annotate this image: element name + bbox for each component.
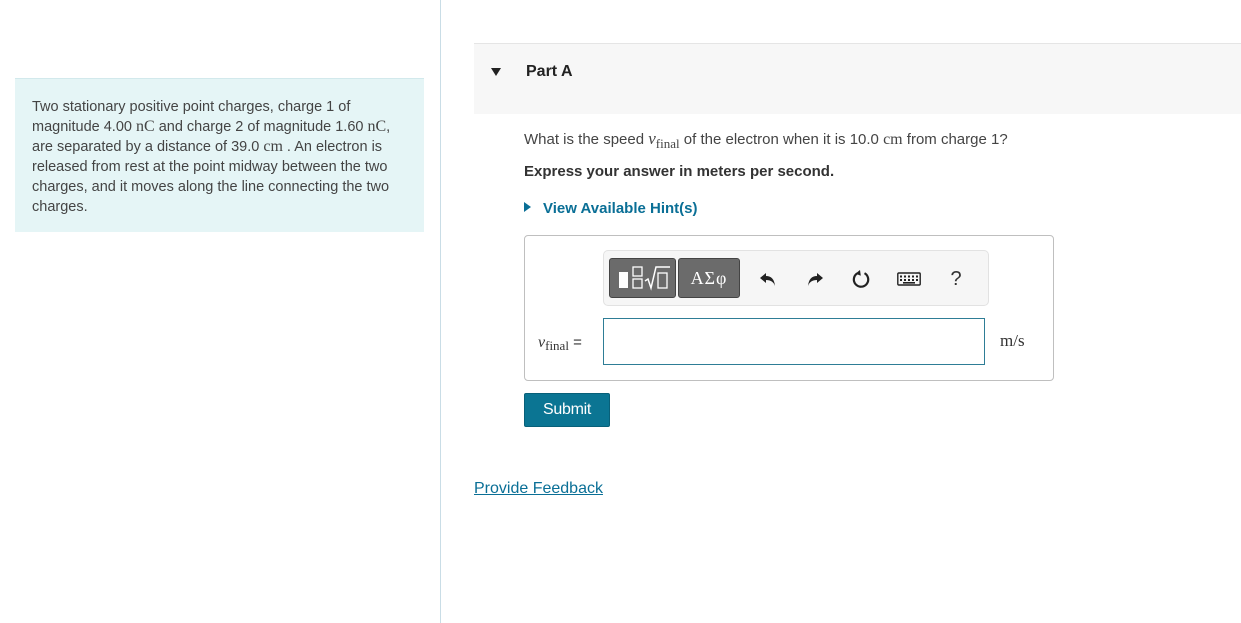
view-hints-toggle[interactable]: View Available Hint(s) <box>524 200 698 217</box>
help-button[interactable]: ? <box>943 266 969 292</box>
answer-unit: m/s <box>1000 331 1025 350</box>
greek-symbols-button[interactable]: ΑΣφ <box>678 258 740 298</box>
problem-text: and charge 2 of magnitude 1.60 <box>154 119 368 135</box>
question-text: What is the speed vfinal of the electron… <box>524 129 1008 151</box>
answer-variable-label: vfinal = <box>538 334 582 353</box>
column-divider <box>440 0 441 623</box>
reset-icon[interactable] <box>848 266 874 292</box>
question-fragment: from charge 1? <box>902 131 1008 148</box>
keyboard-icon[interactable] <box>896 266 922 292</box>
variable-subscript: final <box>545 338 569 353</box>
problem-statement: Two stationary positive point charges, c… <box>15 78 424 232</box>
answer-instruction: Express your answer in meters per second… <box>524 163 835 180</box>
expand-caret-icon <box>524 202 531 212</box>
templates-icon <box>618 266 670 291</box>
answer-box: ΑΣφ ? vfinal = m/s <box>524 235 1054 381</box>
templates-button[interactable] <box>609 258 676 298</box>
question-fragment: What is the speed <box>524 131 649 148</box>
unit-cm: cm <box>883 131 903 148</box>
question-fragment: of the electron when it is 10.0 <box>679 131 884 148</box>
math-toolbar: ΑΣφ ? <box>603 250 989 306</box>
undo-icon[interactable] <box>756 266 782 292</box>
submit-button[interactable]: Submit <box>524 393 610 427</box>
provide-feedback-link[interactable]: Provide Feedback <box>474 480 603 498</box>
unit-nc: nC <box>136 118 155 135</box>
variable-subscript: final <box>655 136 680 151</box>
part-title: Part A <box>526 63 573 80</box>
equals-sign: = <box>573 334 582 351</box>
answer-input[interactable] <box>603 318 985 365</box>
unit-cm: cm <box>263 138 283 155</box>
hint-label: View Available Hint(s) <box>543 200 698 217</box>
redo-icon[interactable] <box>801 266 827 292</box>
collapse-caret-icon[interactable] <box>491 68 501 76</box>
part-a-header[interactable]: Part A <box>474 43 1241 114</box>
unit-nc: nC <box>367 118 387 135</box>
variable-symbol: v <box>648 129 656 148</box>
